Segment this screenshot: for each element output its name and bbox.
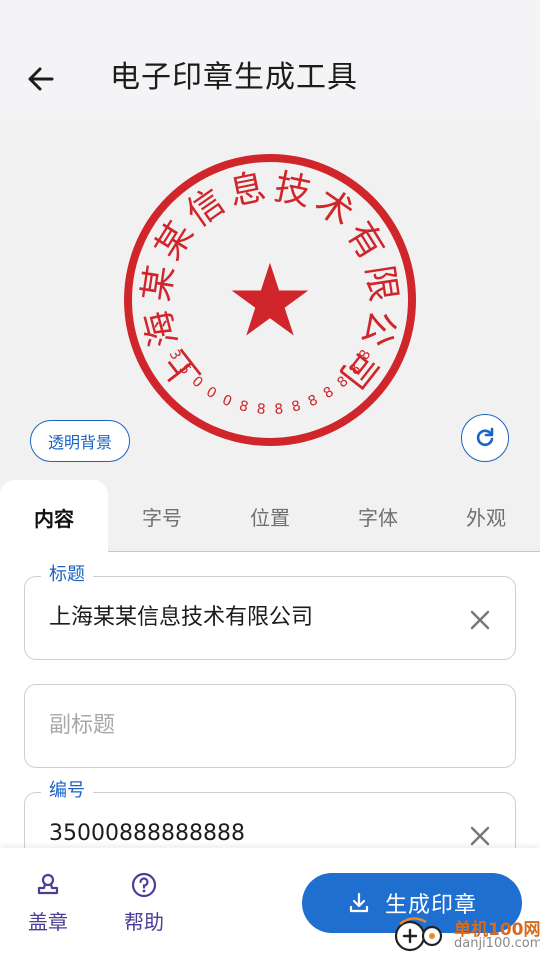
stamp-preview-area: ★ 上海某某信息技术有限公司 35000888888888 透明背景 <box>0 120 540 480</box>
app-bar: 电子印章生成工具 <box>0 0 540 120</box>
refresh-button[interactable] <box>461 414 509 462</box>
stamp-number-char: 0 <box>220 392 234 410</box>
stamp-number-char: 8 <box>274 401 284 418</box>
subtitle-placeholder: 副标题 <box>49 713 116 738</box>
stamp-number-char: 8 <box>290 398 302 416</box>
number-field-label: 编号 <box>41 779 93 803</box>
stamp-number-char: 8 <box>237 398 249 416</box>
title-field-value[interactable]: 上海某某信息技术有限公司 <box>49 601 313 635</box>
help-button[interactable]: 帮助 <box>114 872 174 942</box>
close-icon <box>470 826 490 846</box>
tab-content[interactable]: 内容 <box>0 480 108 554</box>
content-form: 标题 上海某某信息技术有限公司 副标题 编号 35000888888888 <box>0 552 540 848</box>
stamp-title-char: 息 <box>226 167 270 214</box>
page-title: 电子印章生成工具 <box>110 60 358 95</box>
stamp-star: ★ <box>225 242 315 359</box>
stamp-title-char: 公 <box>354 306 403 351</box>
watermark-logo-icon <box>394 917 443 952</box>
stamp-title-char: 某 <box>136 263 182 305</box>
stamp-title-char: 海 <box>137 306 186 351</box>
help-icon <box>131 872 157 898</box>
clear-title-button[interactable] <box>463 603 497 637</box>
stamp-number-char: 0 <box>203 384 219 402</box>
stamp-number-char: 8 <box>256 401 266 418</box>
tab-font-size[interactable]: 字号 <box>108 480 216 552</box>
number-field-value[interactable]: 35000888888888 <box>49 817 245 848</box>
close-icon <box>470 610 490 630</box>
subtitle-field[interactable]: 副标题 <box>24 684 516 768</box>
back-button[interactable] <box>18 56 64 102</box>
site-watermark: 单机100网 danji100.com <box>392 912 540 956</box>
download-icon <box>349 892 369 913</box>
help-label: 帮助 <box>124 910 164 934</box>
stamp-icon <box>37 873 59 895</box>
seal-label: 盖章 <box>28 910 68 934</box>
refresh-icon <box>476 427 494 447</box>
tab-appearance[interactable]: 外观 <box>432 480 540 552</box>
tab-font[interactable]: 字体 <box>324 480 432 552</box>
title-field[interactable]: 标题 上海某某信息技术有限公司 <box>24 563 516 660</box>
arrow-left-icon <box>28 67 54 91</box>
watermark-url: danji100.com <box>454 936 540 951</box>
transparent-background-button[interactable]: 透明背景 <box>30 420 130 462</box>
title-field-label: 标题 <box>41 563 93 587</box>
seal-button[interactable]: 盖章 <box>18 872 78 942</box>
stamp-number-char: 8 <box>321 384 337 402</box>
settings-tabs: 内容 字号 位置 字体 外观 <box>0 480 540 554</box>
clear-number-button[interactable] <box>463 819 497 848</box>
stamp-title-char: 有 <box>338 215 392 267</box>
stamp-preview: ★ 上海某某信息 技术有限公司 3500 0 8 8 8 8 8 8888 <box>124 154 416 446</box>
stamp-number-char: 8 <box>306 392 320 410</box>
stamp-title-char: 限 <box>358 263 404 305</box>
tab-position[interactable]: 位置 <box>216 480 324 552</box>
stamp-title-char: 技 <box>271 167 315 214</box>
number-field[interactable]: 编号 35000888888888 <box>24 779 516 848</box>
